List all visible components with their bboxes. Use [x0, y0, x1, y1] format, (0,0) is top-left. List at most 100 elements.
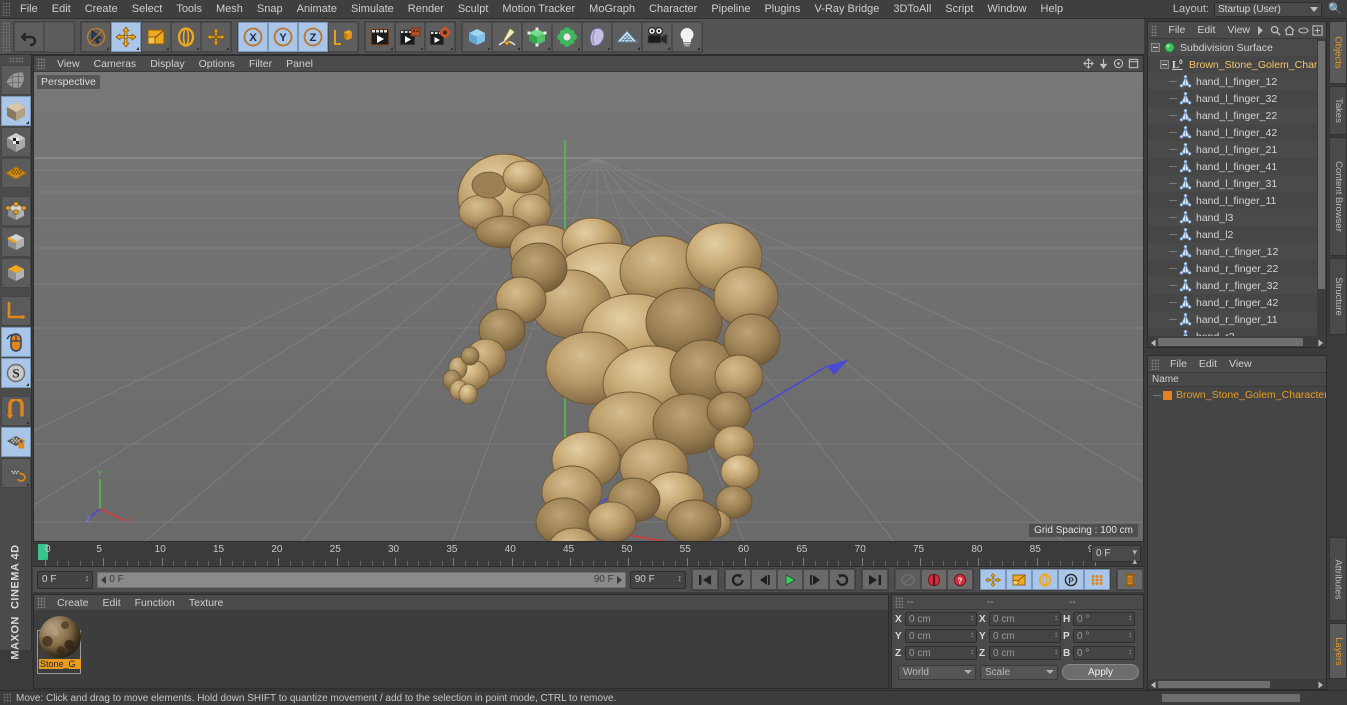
- object-manager-row[interactable]: hand_r_finger_22: [1148, 260, 1326, 277]
- stepper-icon[interactable]: ↕: [970, 648, 974, 656]
- viewport-canvas[interactable]: [34, 72, 1143, 541]
- record-rotation-button[interactable]: [1032, 569, 1058, 590]
- object-manager-row[interactable]: hand_r_finger_42: [1148, 294, 1326, 311]
- menu-item-select[interactable]: Select: [125, 0, 170, 19]
- preview-range-bar[interactable]: 0 F 90 F: [97, 571, 626, 588]
- menu-item-render[interactable]: Render: [401, 0, 451, 19]
- play-backwards-loop-button[interactable]: [725, 569, 751, 590]
- record-param-button[interactable]: P: [1058, 569, 1084, 590]
- object-manager-row[interactable]: hand_l_finger_41: [1148, 158, 1326, 175]
- joint-icon[interactable]: [1179, 193, 1192, 207]
- position-x-input[interactable]: 0 cm ↕: [905, 612, 977, 626]
- joint-icon[interactable]: [1179, 91, 1192, 105]
- vertical-tab-content-browser[interactable]: Content Browser: [1329, 137, 1347, 256]
- object-manager-menu-edit[interactable]: Edit: [1191, 22, 1221, 39]
- size-x-input[interactable]: 0 cm ↕: [989, 612, 1061, 626]
- layer-manager-row[interactable]: Brown_Stone_Golem_Character_W: [1148, 387, 1326, 403]
- object-manager-row[interactable]: hand_l_finger_42: [1148, 124, 1326, 141]
- render-to-picture-viewer-button[interactable]: [395, 21, 425, 52]
- object-manager-vertical-scrollbar[interactable]: [1317, 39, 1326, 336]
- menu-item-character[interactable]: Character: [642, 0, 704, 19]
- stepper-icon[interactable]: ↕: [1128, 614, 1132, 622]
- layer-manager-menu-view[interactable]: View: [1223, 356, 1258, 373]
- add-light-button[interactable]: [672, 21, 702, 52]
- object-manager-row[interactable]: hand_l_finger_11: [1148, 192, 1326, 209]
- stepper-icon[interactable]: ↕: [1054, 648, 1058, 656]
- object-manager-row[interactable]: hand_l_finger_31: [1148, 175, 1326, 192]
- scrollbar-thumb[interactable]: [1318, 41, 1325, 289]
- position-z-input[interactable]: 0 cm ↕: [905, 646, 977, 660]
- object-manager-horizontal-scrollbar[interactable]: [1148, 336, 1326, 347]
- scroll-right-arrow-icon[interactable]: [1317, 338, 1324, 350]
- menu-item-sculpt[interactable]: Sculpt: [451, 0, 496, 19]
- menu-item-create[interactable]: Create: [78, 0, 125, 19]
- undo-button[interactable]: [14, 21, 44, 52]
- object-manager-row[interactable]: hand_l_finger_32: [1148, 90, 1326, 107]
- add-deformer-button[interactable]: [582, 21, 612, 52]
- menu-item-file[interactable]: File: [13, 0, 45, 19]
- object-manager-menu-view[interactable]: View: [1221, 22, 1256, 39]
- timeline-ruler[interactable]: 051015202530354045505560657075808590 0 F…: [33, 543, 1144, 567]
- menu-item-pipeline[interactable]: Pipeline: [704, 0, 757, 19]
- search-icon[interactable]: [1270, 25, 1281, 36]
- uv-mode-button[interactable]: [0, 158, 31, 188]
- position-y-input[interactable]: 0 cm ↕: [905, 629, 977, 643]
- layout-select[interactable]: Startup (User): [1214, 1, 1322, 17]
- object-manager-row[interactable]: hand_l2: [1148, 226, 1326, 243]
- snap-settings-button[interactable]: S: [0, 358, 31, 388]
- joint-icon[interactable]: [1179, 261, 1192, 275]
- search-icon[interactable]: [1327, 1, 1343, 17]
- vertical-tab-layers[interactable]: Layers: [1329, 623, 1347, 679]
- layer-manager-menu-edit[interactable]: Edit: [1193, 356, 1223, 373]
- viewport-3d-scene[interactable]: [34, 72, 1143, 541]
- joint-icon[interactable]: [1179, 125, 1192, 139]
- keyframe-help-button[interactable]: ?: [947, 569, 973, 590]
- loop-button[interactable]: [829, 569, 855, 590]
- timeline-frame-field[interactable]: 0 F ▾ ▴: [1091, 545, 1141, 566]
- material-menu-function[interactable]: Function: [128, 595, 182, 611]
- record-position-button[interactable]: [980, 569, 1006, 590]
- layer-manager-horizontal-scrollbar[interactable]: [1148, 679, 1326, 689]
- stepper-icon[interactable]: ▾ ▴: [1132, 548, 1137, 566]
- polygons-mode-button[interactable]: [0, 258, 31, 288]
- stepper-icon[interactable]: ↕: [970, 614, 974, 622]
- stepper-icon[interactable]: ↕: [678, 573, 683, 583]
- workplane-button[interactable]: [0, 296, 31, 326]
- material-item[interactable]: Stone_G: [39, 616, 81, 669]
- rotation-h-input[interactable]: 0 ° ↕: [1073, 612, 1135, 626]
- material-menu-texture[interactable]: Texture: [182, 595, 230, 611]
- vertical-tab-takes[interactable]: Takes: [1329, 86, 1347, 135]
- planar-workplane-button[interactable]: [0, 458, 31, 488]
- scrollbar-thumb[interactable]: [1158, 338, 1303, 346]
- record-pla-button[interactable]: [1084, 569, 1110, 590]
- autokey-toggle-button[interactable]: [895, 569, 921, 590]
- object-manager-list[interactable]: Subdivision Surface L 0 Brown_Stone_Golem_C…: [1148, 39, 1326, 336]
- stepper-icon[interactable]: ↕: [85, 573, 90, 583]
- menu-item-window[interactable]: Window: [980, 0, 1033, 19]
- menu-item-v-ray-bridge[interactable]: V-Ray Bridge: [808, 0, 887, 19]
- zoom-icon[interactable]: [1098, 58, 1109, 69]
- object-manager-row[interactable]: hand_l_finger_22: [1148, 107, 1326, 124]
- eye-icon[interactable]: [1298, 25, 1309, 36]
- menu-item-simulate[interactable]: Simulate: [344, 0, 401, 19]
- object-manager-row[interactable]: L 0 Brown_Stone_Golem_Characte: [1148, 56, 1326, 73]
- add-spline-button[interactable]: [492, 21, 522, 52]
- material-menu-create[interactable]: Create: [50, 595, 96, 611]
- enable-snap-button[interactable]: [0, 327, 31, 357]
- go-to-start-button[interactable]: [692, 569, 718, 590]
- menu-item-edit[interactable]: Edit: [45, 0, 78, 19]
- vertical-tab-structure[interactable]: Structure: [1329, 258, 1347, 335]
- joint-icon[interactable]: [1179, 278, 1192, 292]
- joint-icon[interactable]: [1179, 312, 1192, 326]
- menu-item-3dtoall[interactable]: 3DToAll: [886, 0, 938, 19]
- object-manager-row[interactable]: hand_l_finger_12: [1148, 73, 1326, 90]
- joint-icon[interactable]: [1179, 227, 1192, 241]
- tree-expander-icon[interactable]: [1160, 60, 1169, 69]
- stone-sphere-preview[interactable]: [39, 616, 81, 658]
- lock-workplane-button[interactable]: [0, 427, 31, 457]
- object-manager-row[interactable]: Subdivision Surface: [1148, 39, 1326, 56]
- transform-tool[interactable]: [201, 21, 231, 52]
- viewport-menu-view[interactable]: View: [50, 56, 87, 72]
- object-manager-row[interactable]: hand_l_finger_21: [1148, 141, 1326, 158]
- record-scale-button[interactable]: [1006, 569, 1032, 590]
